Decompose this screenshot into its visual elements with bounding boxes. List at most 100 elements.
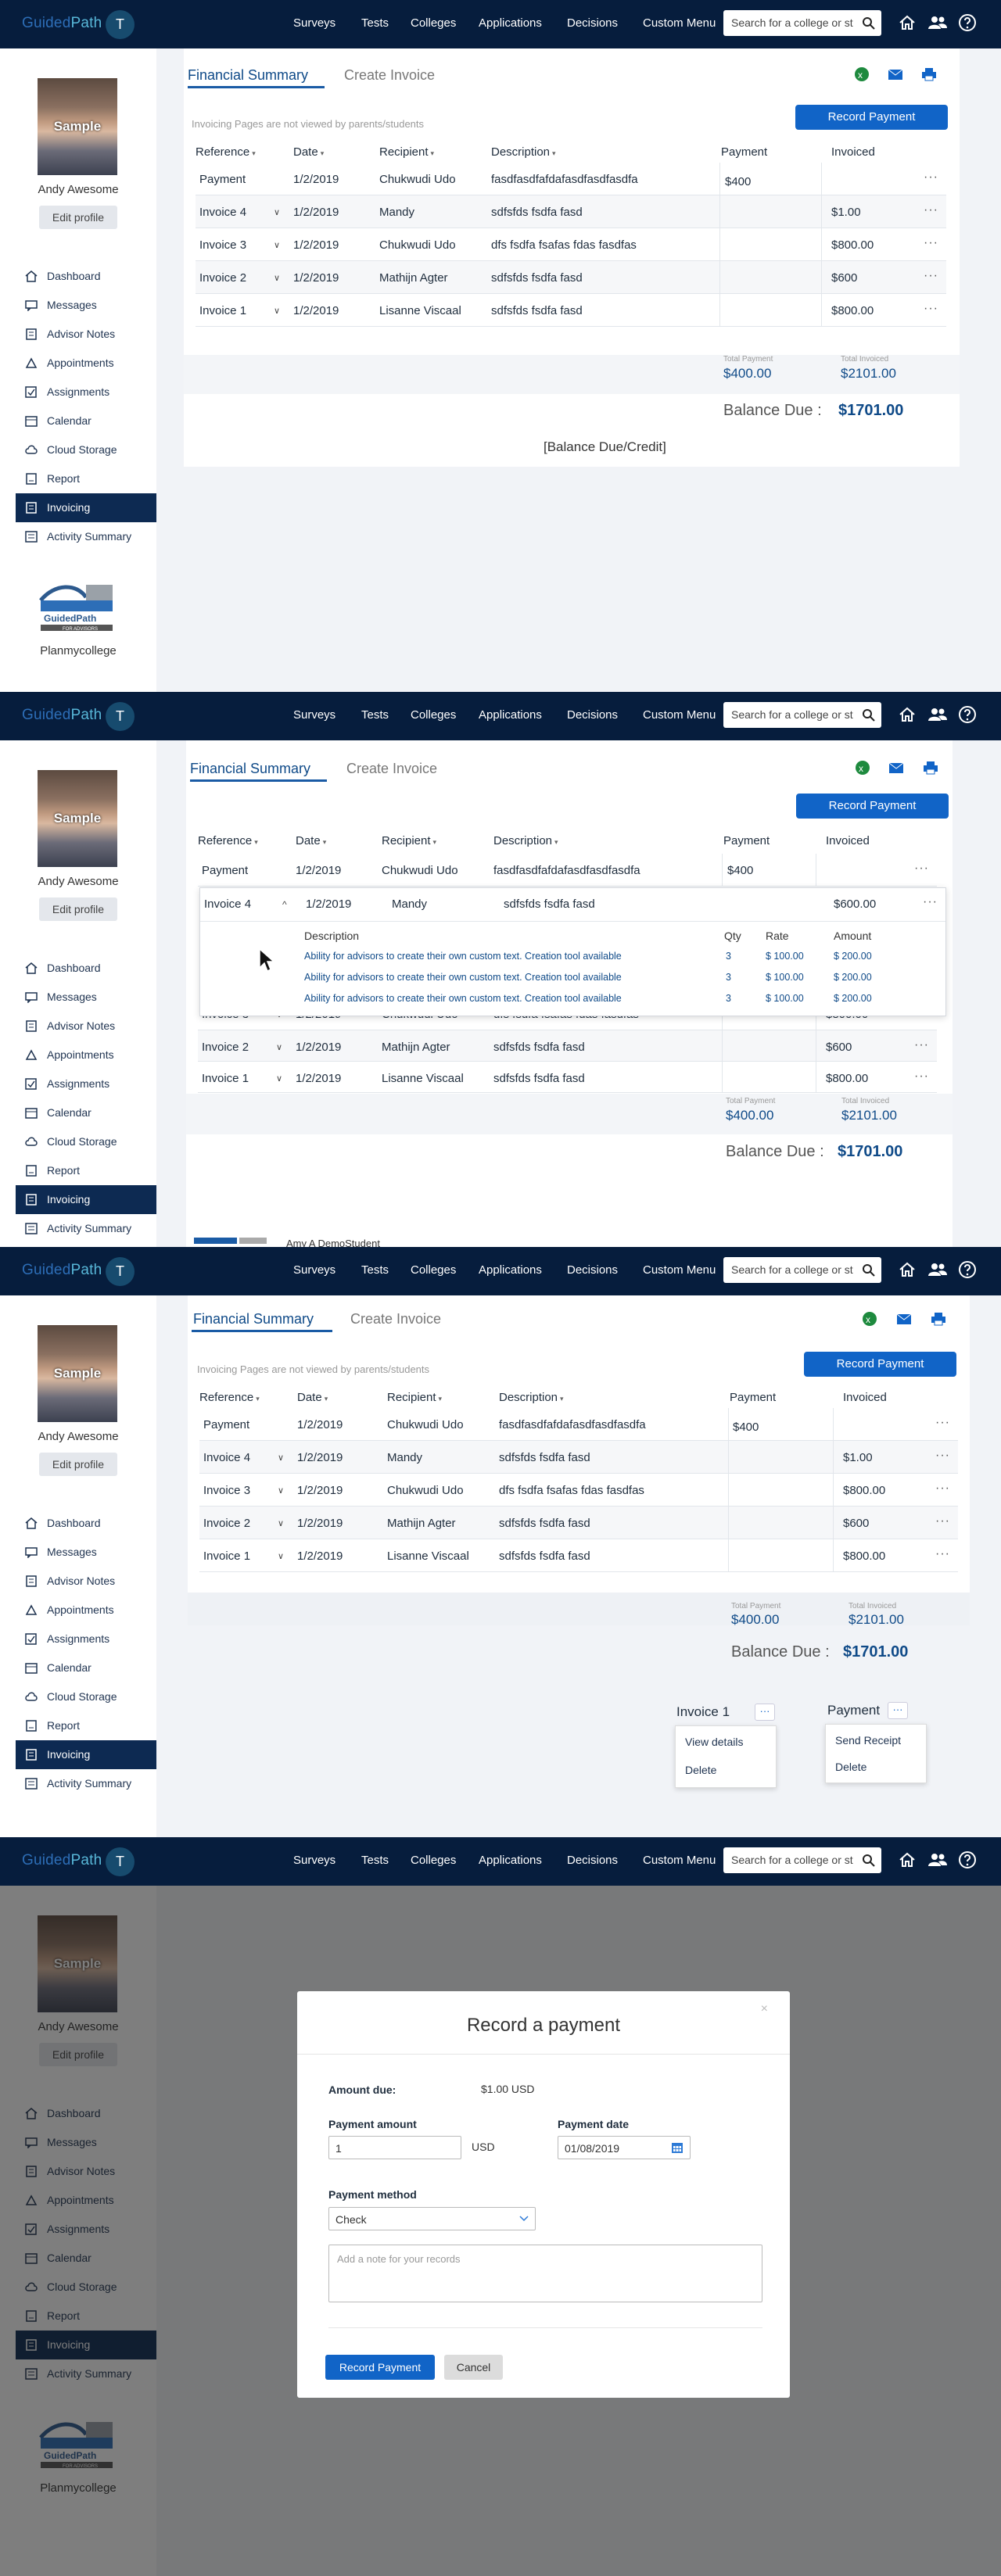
row-ref[interactable]: Invoice 4 bbox=[199, 206, 246, 219]
row-more-button[interactable]: ··· bbox=[914, 862, 929, 876]
search-input[interactable]: Search for a college or st bbox=[723, 1847, 881, 1873]
nav-surveys[interactable]: Surveys bbox=[293, 1854, 335, 1867]
search-input[interactable]: Search for a college or st bbox=[723, 10, 881, 36]
row-more-button[interactable]: ··· bbox=[914, 1069, 929, 1084]
tab-create-invoice[interactable]: Create Invoice bbox=[344, 67, 435, 84]
chevron-down-icon[interactable]: ∨ bbox=[274, 240, 280, 250]
home-icon[interactable] bbox=[898, 1850, 917, 1869]
table-row[interactable]: Invoice 4 ∨ 1/2/2019 Mandy sdfsfds fsdfa fas… bbox=[199, 1441, 958, 1474]
row-more-button[interactable]: ··· bbox=[935, 1514, 950, 1528]
table-row[interactable]: Invoice 4 ∨ 1/2/2019 Mandy sdfsfds fsdfa fas… bbox=[196, 195, 946, 228]
sidebar-item-assignments[interactable]: Assignments bbox=[16, 1625, 156, 1653]
row-ref[interactable]: Invoice 4 bbox=[204, 897, 251, 911]
row-more-button[interactable]: ··· bbox=[935, 1449, 950, 1463]
sidebar-item-advisor-notes[interactable]: Advisor Notes bbox=[16, 320, 156, 349]
col-date[interactable]: Date ▾ bbox=[297, 1391, 328, 1404]
menu-delete-invoice[interactable]: Delete bbox=[685, 1764, 716, 1776]
nav-custom-menu[interactable]: Custom Menu bbox=[643, 708, 716, 722]
table-row[interactable]: Invoice 1 ∨ 1/2/2019 Lisanne Viscaal sdfsfds… bbox=[198, 1062, 937, 1093]
payment-method-select[interactable]: Check bbox=[328, 2207, 536, 2230]
sidebar-item-invoicing[interactable]: Invoicing bbox=[16, 493, 156, 522]
row-ref[interactable]: Invoice 2 bbox=[202, 1041, 249, 1054]
record-payment-submit-button[interactable]: Record Payment bbox=[325, 2355, 435, 2380]
table-row[interactable]: Invoice 3 ∨ 1/2/2019 Chukwudi Udo dfs fsdfa … bbox=[199, 1474, 958, 1507]
sidebar-item-invoicing[interactable]: Invoicing bbox=[16, 1185, 156, 1214]
sidebar-item-calendar[interactable]: Calendar bbox=[16, 1653, 156, 1682]
nav-decisions[interactable]: Decisions bbox=[567, 1263, 618, 1277]
row-more-button[interactable]: ··· bbox=[924, 302, 938, 316]
mail-icon[interactable] bbox=[896, 1313, 912, 1325]
sidebar-item-assignments[interactable]: Assignments bbox=[16, 378, 156, 407]
col-recipient[interactable]: Recipient ▾ bbox=[382, 834, 436, 847]
chevron-down-icon[interactable]: ∨ bbox=[278, 1551, 284, 1561]
row-ref[interactable]: Invoice 1 bbox=[199, 304, 246, 317]
sidebar-item-activity-summary[interactable]: Activity Summary bbox=[16, 1214, 156, 1243]
chevron-down-icon[interactable]: ∨ bbox=[278, 1518, 284, 1528]
help-icon[interactable] bbox=[958, 1850, 977, 1869]
search-input[interactable]: Search for a college or st bbox=[723, 1257, 881, 1283]
sidebar-item-invoicing[interactable]: Invoicing bbox=[16, 1740, 156, 1769]
row-ref[interactable]: Invoice 4 bbox=[203, 1451, 250, 1464]
nav-colleges[interactable]: Colleges bbox=[411, 16, 456, 30]
sidebar-item-advisor-notes[interactable]: Advisor Notes bbox=[16, 1012, 156, 1041]
edit-profile-button[interactable]: Edit profile bbox=[39, 897, 117, 921]
people-icon[interactable] bbox=[927, 705, 948, 724]
mail-icon[interactable] bbox=[888, 69, 903, 81]
sidebar-item-cloud-storage[interactable]: Cloud Storage bbox=[16, 1127, 156, 1156]
table-row[interactable]: Payment 1/2/2019 Chukwudi Udo fasdfasdfafda… bbox=[196, 163, 946, 195]
nav-tests[interactable]: Tests bbox=[361, 16, 389, 30]
row-ref[interactable]: Payment bbox=[199, 173, 246, 186]
sidebar-item-advisor-notes[interactable]: Advisor Notes bbox=[16, 1567, 156, 1596]
nav-applications[interactable]: Applications bbox=[479, 708, 542, 722]
table-row[interactable]: Invoice 2 ∨ 1/2/2019 Mathijn Agter sdfsfds f… bbox=[196, 261, 946, 294]
col-reference[interactable]: Reference ▾ bbox=[196, 145, 256, 159]
tab-create-invoice[interactable]: Create Invoice bbox=[350, 1311, 441, 1327]
payment-menu-toggle[interactable]: ··· bbox=[888, 1702, 908, 1719]
edit-profile-button[interactable]: Edit profile bbox=[39, 1453, 117, 1476]
chevron-down-icon[interactable]: ∨ bbox=[274, 273, 280, 283]
chevron-down-icon[interactable]: ∨ bbox=[274, 306, 280, 316]
col-description[interactable]: Description ▾ bbox=[499, 1391, 564, 1404]
guidedpath-logo[interactable]: GuidedPath bbox=[22, 1852, 102, 1869]
sidebar-item-dashboard[interactable]: Dashboard bbox=[16, 262, 156, 291]
nav-custom-menu[interactable]: Custom Menu bbox=[643, 1263, 716, 1277]
row-more-button[interactable]: ··· bbox=[935, 1416, 950, 1430]
row-ref[interactable]: Invoice 2 bbox=[199, 271, 246, 285]
chevron-down-icon[interactable]: ∨ bbox=[276, 1042, 282, 1052]
tab-financial-summary[interactable]: Financial Summary bbox=[188, 67, 308, 84]
help-icon[interactable] bbox=[958, 705, 977, 724]
search-input[interactable]: Search for a college or st bbox=[723, 702, 881, 728]
chevron-down-icon[interactable]: ∨ bbox=[278, 1453, 284, 1463]
tab-financial-summary[interactable]: Financial Summary bbox=[190, 761, 310, 777]
nav-colleges[interactable]: Colleges bbox=[411, 1263, 456, 1277]
sidebar-item-activity-summary[interactable]: Activity Summary bbox=[16, 522, 156, 551]
tab-financial-summary[interactable]: Financial Summary bbox=[193, 1311, 314, 1327]
table-row[interactable]: Invoice 1 ∨ 1/2/2019 Lisanne Viscaal sdfsfds… bbox=[199, 1539, 958, 1572]
nav-decisions[interactable]: Decisions bbox=[567, 16, 618, 30]
record-payment-button[interactable]: Record Payment bbox=[796, 794, 949, 819]
calendar-icon[interactable] bbox=[671, 2141, 683, 2154]
row-more-button[interactable]: ··· bbox=[924, 269, 938, 283]
table-row[interactable]: Invoice 1 ∨ 1/2/2019 Lisanne Viscaal sdfsfds… bbox=[196, 294, 946, 327]
search-icon[interactable] bbox=[862, 1263, 875, 1277]
excel-icon[interactable]: x bbox=[862, 1311, 877, 1327]
menu-send-receipt[interactable]: Send Receipt bbox=[835, 1734, 901, 1747]
search-icon[interactable] bbox=[862, 708, 875, 722]
col-date[interactable]: Date ▾ bbox=[293, 145, 324, 159]
col-reference[interactable]: Reference ▾ bbox=[199, 1391, 260, 1404]
sidebar-item-messages[interactable]: Messages bbox=[16, 1538, 156, 1567]
print-icon[interactable] bbox=[921, 67, 937, 81]
sidebar-item-activity-summary[interactable]: Activity Summary bbox=[16, 1769, 156, 1798]
people-icon[interactable] bbox=[927, 13, 948, 32]
nav-colleges[interactable]: Colleges bbox=[411, 1854, 456, 1867]
row-ref[interactable]: Invoice 1 bbox=[203, 1550, 250, 1563]
sidebar-item-dashboard[interactable]: Dashboard bbox=[16, 954, 156, 983]
nav-colleges[interactable]: Colleges bbox=[411, 708, 456, 722]
people-icon[interactable] bbox=[927, 1850, 948, 1869]
table-row[interactable]: Payment 1/2/2019 Chukwudi Udo fasdfasdfafda… bbox=[199, 1408, 958, 1441]
search-icon[interactable] bbox=[862, 16, 875, 30]
row-more-button[interactable]: ··· bbox=[914, 1038, 929, 1052]
note-textarea[interactable]: Add a note for your records bbox=[328, 2245, 762, 2302]
row-more-button[interactable]: ··· bbox=[924, 203, 938, 217]
tab-create-invoice[interactable]: Create Invoice bbox=[346, 761, 437, 777]
